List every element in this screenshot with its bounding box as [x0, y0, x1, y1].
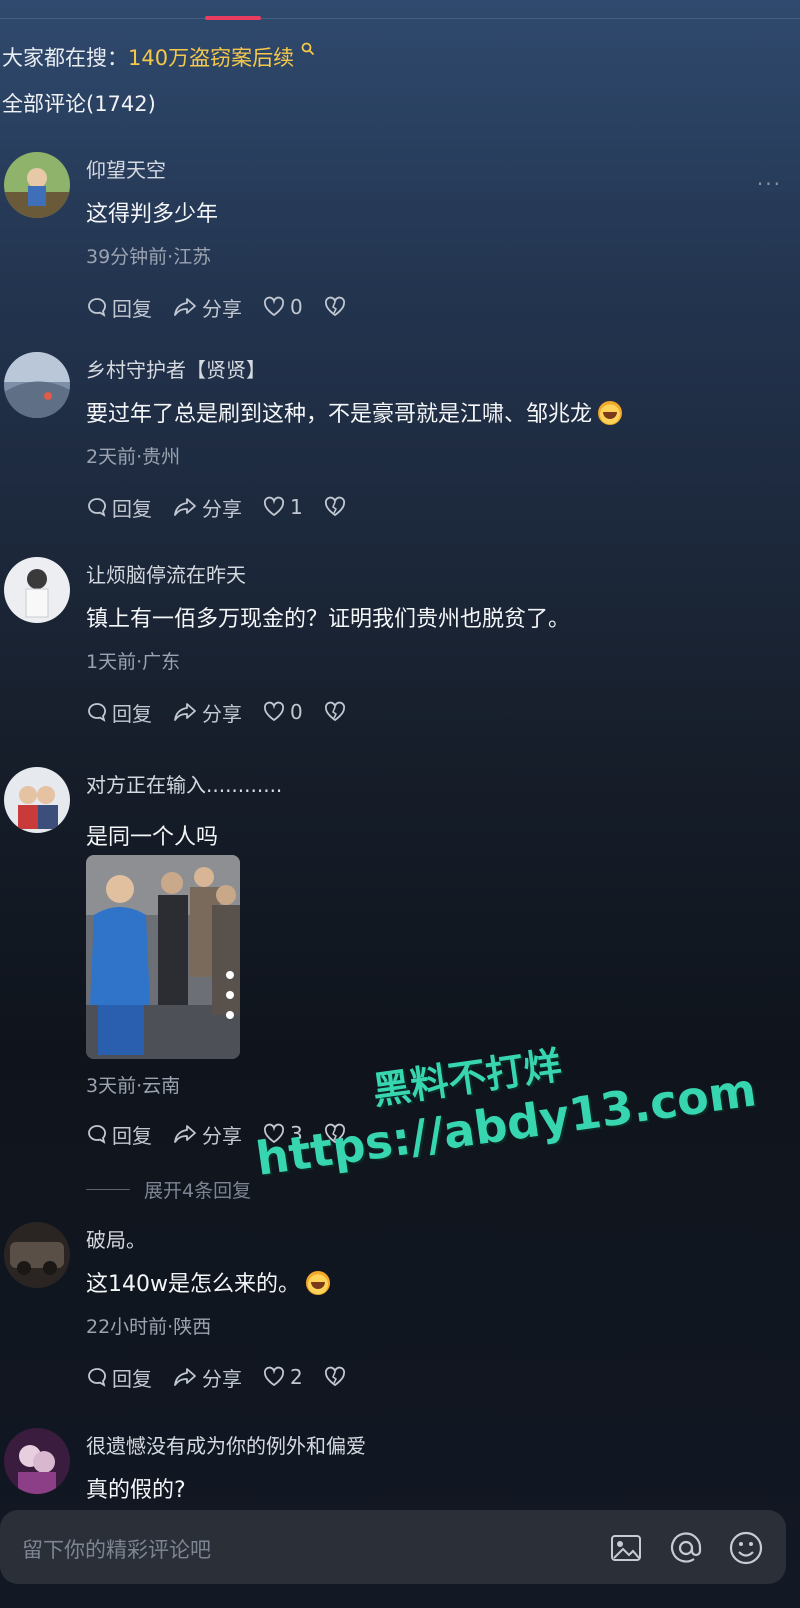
share-button[interactable]: 分享	[172, 1120, 242, 1149]
comment-meta: 2天前·贵州	[86, 446, 181, 468]
comment-meta: 39分钟前·江苏	[86, 246, 212, 268]
avatar[interactable]	[4, 1222, 70, 1288]
top-divider	[0, 18, 800, 19]
share-icon	[174, 498, 196, 516]
username[interactable]: 仰望天空	[86, 154, 166, 183]
comment-text: 要过年了总是刷到这种，不是豪哥就是江啸、邹兆龙	[86, 396, 623, 428]
hot-search-prefix: 大家都在搜：	[2, 46, 128, 70]
share-icon	[174, 298, 196, 316]
share-button[interactable]: 分享	[172, 493, 242, 522]
dislike-button[interactable]	[323, 496, 351, 518]
like-button[interactable]: 0	[262, 700, 303, 724]
watermark: 黑料不打烊 https://abdy13.com	[245, 1006, 775, 1186]
username[interactable]: 乡村守护者【贤贤】	[86, 354, 266, 383]
like-count: 0	[290, 700, 303, 724]
share-button[interactable]: 分享	[172, 698, 242, 727]
username[interactable]: 破局。	[86, 1224, 146, 1253]
share-button[interactable]: 分享	[172, 1363, 242, 1392]
reply-icon	[88, 1125, 106, 1144]
comment-actions: 回复 分享 1	[86, 492, 351, 522]
comment-text: 真的假的?	[86, 1478, 186, 1503]
reply-icon	[88, 498, 106, 517]
emoji-icon[interactable]	[726, 1528, 766, 1568]
reply-button[interactable]: 回复	[86, 1363, 152, 1392]
hot-search-row[interactable]: 大家都在搜：140万盗窃案后续	[2, 42, 315, 72]
like-button[interactable]: 0	[262, 295, 303, 319]
reply-icon	[88, 703, 106, 722]
broken-heart-icon	[324, 1366, 345, 1387]
avatar[interactable]	[4, 152, 70, 218]
dislike-button[interactable]	[323, 701, 351, 723]
share-icon	[174, 1125, 196, 1143]
broken-heart-icon	[324, 296, 345, 317]
reply-button[interactable]: 回复	[86, 698, 152, 727]
reply-button[interactable]: 回复	[86, 493, 152, 522]
comment-input-bar[interactable]: 留下你的精彩评论吧	[0, 1510, 786, 1584]
username[interactable]: 对方正在输入............	[86, 769, 282, 798]
reply-icon	[88, 1368, 106, 1387]
username[interactable]: 让烦脑停流在昨天	[86, 559, 246, 588]
comment-text: 这得判多少年	[86, 202, 219, 227]
like-count: 0	[290, 295, 303, 319]
comment-meta: 3天前·云南	[86, 1075, 181, 1097]
comment-count: 全部评论(1742)	[2, 92, 156, 116]
avatar[interactable]	[4, 557, 70, 623]
comment-text: 是同一个人吗	[86, 825, 219, 850]
avatar[interactable]	[4, 352, 70, 418]
comment-text: 这140w是怎么来的。	[86, 1266, 330, 1298]
laughing-emoji-icon	[598, 401, 623, 425]
comment-meta: 22小时前·陕西	[86, 1316, 212, 1338]
dislike-button[interactable]	[323, 296, 351, 318]
avatar[interactable]	[4, 767, 70, 833]
heart-icon	[263, 701, 285, 722]
image-icon[interactable]	[606, 1528, 646, 1568]
heart-icon	[263, 496, 285, 517]
like-count: 2	[290, 1365, 303, 1389]
more-icon[interactable]: ···	[757, 172, 782, 196]
like-count: 1	[290, 495, 303, 519]
share-button[interactable]: 分享	[172, 293, 242, 322]
reply-icon	[88, 298, 106, 317]
comment-actions: 回复 分享 2	[86, 1362, 351, 1392]
avatar[interactable]	[4, 1428, 70, 1494]
reply-button[interactable]: 回复	[86, 293, 152, 322]
share-icon	[174, 1368, 196, 1386]
at-icon[interactable]	[666, 1528, 706, 1568]
share-icon	[174, 703, 196, 721]
comment-meta: 1天前·广东	[86, 651, 181, 673]
comment-text: 镇上有一佰多万现金的？证明我们贵州也脱贫了。	[86, 607, 571, 632]
heart-icon	[263, 296, 285, 317]
laughing-emoji-icon	[306, 1271, 330, 1295]
hot-search-term[interactable]: 140万盗窃案后续	[128, 46, 294, 70]
username[interactable]: 很遗憾没有成为你的例外和偏爱	[86, 1430, 366, 1459]
like-button[interactable]: 1	[262, 495, 303, 519]
expand-divider	[86, 1189, 130, 1190]
comment-input[interactable]: 留下你的精彩评论吧	[22, 1534, 211, 1564]
comment-photo[interactable]	[86, 855, 240, 1059]
comment-actions: 回复 分享 0	[86, 292, 351, 322]
heart-icon	[263, 1366, 285, 1387]
search-icon[interactable]	[296, 42, 315, 60]
tab-indicator	[205, 16, 261, 20]
like-button[interactable]: 2	[262, 1365, 303, 1389]
reply-button[interactable]: 回复	[86, 1120, 152, 1149]
broken-heart-icon	[324, 496, 345, 517]
broken-heart-icon	[324, 701, 345, 722]
comment-actions: 回复 分享 0	[86, 697, 351, 727]
expand-replies-button[interactable]: 展开4条回复	[86, 1176, 251, 1203]
dislike-button[interactable]	[323, 1366, 351, 1388]
